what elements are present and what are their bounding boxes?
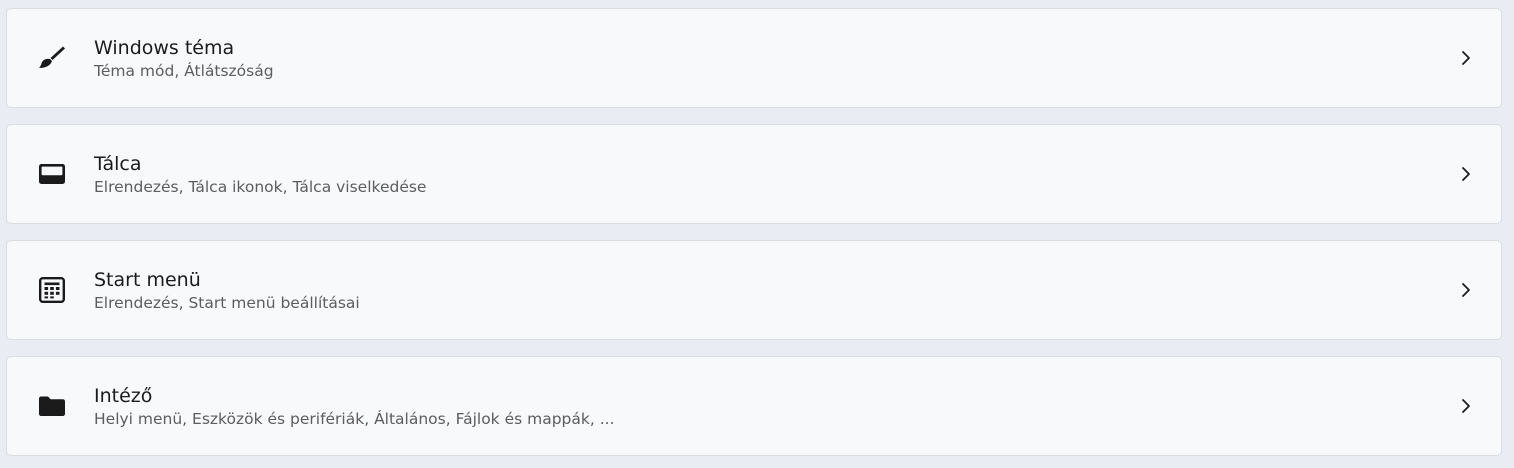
chevron-right-icon: [1457, 397, 1475, 415]
paintbrush-icon: [37, 43, 67, 73]
settings-card-start-menu[interactable]: Start menü Elrendezés, Start menü beállí…: [6, 240, 1502, 340]
card-title: Intéző: [94, 385, 153, 407]
taskbar-icon: [37, 159, 67, 189]
card-subtitle: Téma mód, Átlátszóság: [94, 62, 274, 80]
card-subtitle: Elrendezés, Start menü beállításai: [94, 294, 360, 312]
settings-card-taskbar[interactable]: Tálca Elrendezés, Tálca ikonok, Tálca vi…: [6, 124, 1502, 224]
settings-list: Windows téma Téma mód, Átlátszóság Tálca…: [0, 0, 1514, 468]
card-title: Tálca: [94, 153, 142, 175]
chevron-right-icon: [1457, 165, 1475, 183]
start-menu-icon: [37, 275, 67, 305]
settings-card-windows-theme[interactable]: Windows téma Téma mód, Átlátszóság: [6, 8, 1502, 108]
card-subtitle: Helyi menü, Eszközök és perifériák, Álta…: [94, 410, 615, 428]
settings-card-file-explorer[interactable]: Intéző Helyi menü, Eszközök és perifériá…: [6, 356, 1502, 456]
folder-icon: [37, 391, 67, 421]
chevron-right-icon: [1457, 49, 1475, 67]
chevron-right-icon: [1457, 281, 1475, 299]
card-subtitle: Elrendezés, Tálca ikonok, Tálca viselked…: [94, 178, 427, 196]
card-title: Windows téma: [94, 37, 235, 59]
card-title: Start menü: [94, 269, 201, 291]
